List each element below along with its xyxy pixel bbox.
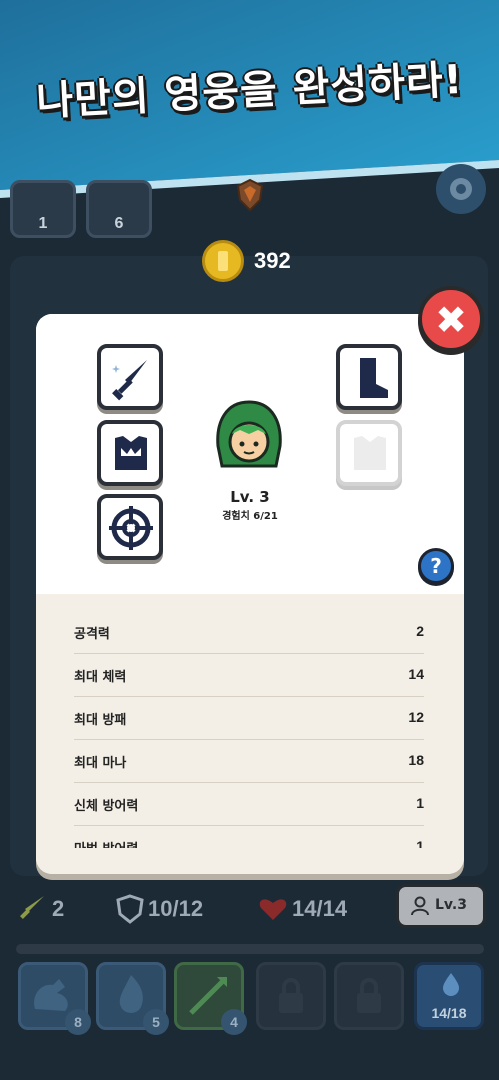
armor-icon [115, 436, 147, 470]
stat-row: 신체 방어력 1 [74, 783, 424, 826]
help-button[interactable]: ? [418, 548, 454, 584]
target-icon [109, 506, 153, 550]
help-question-icon: ? [430, 554, 442, 578]
stat-value: 14 [408, 666, 424, 682]
crest-icon [236, 178, 264, 212]
stat-name: 최대 체력 [74, 670, 127, 685]
stat-row: 최대 마나 18 [74, 740, 424, 783]
lock-icon [357, 978, 381, 1013]
hero-level: Lv. 3 [230, 488, 270, 506]
stat-value: 12 [408, 709, 424, 725]
inventory-slot-2[interactable]: 6 [86, 180, 152, 238]
stat-row: 공격력 2 [74, 611, 424, 654]
slot-1-count: 1 [38, 215, 48, 232]
settings-gear-icon[interactable] [436, 164, 486, 214]
level-button-label: Lv.3 [435, 897, 467, 913]
stat-value: 2 [416, 623, 424, 639]
health-value: 14/14 [292, 896, 348, 921]
attack-value: 2 [52, 896, 65, 921]
lock-icon [279, 978, 303, 1013]
attack-icon [20, 896, 44, 919]
stat-row: 마법 방어력 1 [74, 826, 424, 848]
progress-bar [16, 944, 484, 954]
stat-value: 1 [416, 795, 424, 811]
gold-amount: 392 [254, 248, 291, 273]
stat-name: 최대 마나 [74, 756, 127, 771]
hero-exp: 경험치 6/21 [222, 511, 278, 522]
boots-slot[interactable] [336, 344, 402, 410]
skill-count: 8 [65, 1009, 91, 1035]
sword-icon [112, 360, 147, 401]
stat-row: 최대 방패 12 [74, 697, 424, 740]
slot-2-count: 6 [114, 215, 124, 232]
stat-name: 공격력 [74, 627, 110, 642]
stat-name: 신체 방어력 [74, 799, 139, 814]
close-button[interactable]: ✖ [418, 286, 484, 352]
stat-name: 최대 방패 [74, 713, 127, 728]
mana-slot[interactable]: 14/18 [414, 962, 484, 1030]
shield-icon [116, 894, 144, 924]
skill-slot-fire[interactable]: 5 [96, 962, 169, 1035]
skill-slot-arrows[interactable]: 4 [174, 962, 247, 1035]
skill-count: 5 [143, 1009, 169, 1035]
water-drop-icon [443, 973, 459, 996]
locked-skill-slot[interactable] [256, 962, 326, 1030]
level-button[interactable]: Lv.3 [396, 884, 486, 928]
heart-icon [259, 899, 287, 920]
empty-chest-icon [354, 436, 386, 470]
stat-name: 마법 방어력 [74, 838, 138, 848]
close-x-icon: ✖ [435, 298, 467, 342]
gold-coin-icon [202, 240, 244, 282]
boot-icon [360, 358, 388, 398]
person-icon [411, 896, 429, 916]
mana-value: 14/18 [431, 1005, 467, 1021]
stat-row: 최대 체력 14 [74, 654, 424, 697]
locked-skill-slot[interactable] [334, 962, 404, 1030]
skill-count: 4 [221, 1009, 247, 1035]
stat-value: 1 [416, 838, 424, 848]
inventory-slot-1[interactable]: 1 [10, 180, 76, 238]
empty-armor-slot[interactable] [336, 420, 402, 486]
skill-slot-strength[interactable]: 8 [18, 962, 91, 1035]
weapon-slot[interactable] [97, 344, 163, 410]
stat-value: 18 [408, 752, 424, 768]
armor-slot[interactable] [97, 420, 163, 486]
hero-avatar [216, 400, 282, 468]
shield-value: 10/12 [148, 896, 204, 921]
